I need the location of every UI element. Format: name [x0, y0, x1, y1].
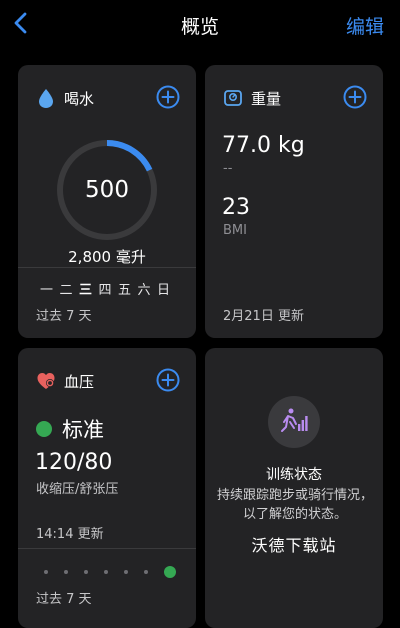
water-drop-icon	[39, 89, 53, 108]
weight-sub-value: --	[223, 161, 233, 176]
history-dot	[124, 570, 128, 574]
weight-value: 77.0 kg	[222, 133, 305, 158]
weekday-label: 一	[40, 283, 54, 298]
weekday-row: 一二三四五六日	[40, 279, 177, 298]
weight-card-header: 重量	[223, 87, 281, 109]
weekday-label: 日	[157, 283, 171, 298]
bp-status: 标准	[36, 414, 104, 444]
water-current-value: 500	[85, 177, 129, 203]
bp-updated-label: 14:14 更新	[36, 527, 104, 542]
bp-status-text: 标准	[62, 418, 104, 442]
water-period-label: 过去 7 天	[36, 309, 92, 324]
weekday-label: 五	[118, 283, 132, 298]
status-dot-icon	[36, 421, 52, 437]
bp-period-label: 过去 7 天	[36, 592, 92, 607]
blood-pressure-card[interactable]: 血压 标准 120/80 收缩压/舒张压 14:14 更新 过去 7 天	[18, 348, 196, 628]
training-status-icon	[281, 408, 308, 432]
training-status-title: 训练状态	[266, 467, 322, 483]
divider	[18, 267, 196, 268]
blood-pressure-card-title: 血压	[64, 372, 95, 391]
plus-circle-icon[interactable]	[343, 85, 367, 109]
water-target-amount: 2,800 毫升	[68, 248, 146, 266]
blood-pressure-card-header: 血压	[36, 370, 94, 392]
history-dot	[84, 570, 88, 574]
water-card[interactable]: 喝水 500 2,800 毫升 一二三四五六日 过去 7 天	[18, 65, 196, 338]
watermark-text: 沃德下载站	[251, 536, 337, 555]
weekday-label: 六	[137, 283, 151, 298]
history-dot	[104, 570, 108, 574]
plus-circle-icon[interactable]	[156, 368, 180, 392]
history-dot	[44, 570, 48, 574]
weight-card-title: 重量	[251, 89, 282, 108]
bp-label: 收缩压/舒张压	[36, 482, 119, 497]
weight-card[interactable]: 重量 77.0 kg -- 23 BMI 2月21日 更新	[205, 65, 383, 338]
history-dot	[164, 566, 176, 578]
plus-circle-icon[interactable]	[156, 85, 180, 109]
heart-pulse-icon	[37, 373, 55, 389]
bp-value: 120/80	[35, 450, 113, 475]
top-nav: 概览 编辑	[0, 0, 400, 50]
weekday-label: 二	[59, 283, 73, 298]
divider	[18, 548, 196, 549]
training-status-card[interactable]: 训练状态 持续跟踪跑步或骑行情况，以了解您的状态。 沃德下载站	[205, 348, 383, 628]
history-dot	[64, 570, 68, 574]
training-icon-badge	[268, 396, 320, 448]
bmi-value: 23	[222, 195, 250, 220]
water-card-header: 喝水	[36, 87, 94, 109]
page-title: 概览	[180, 16, 219, 38]
scale-icon	[224, 90, 242, 106]
training-status-description: 持续跟踪跑步或骑行情况，以了解您的状态。	[216, 488, 373, 522]
edit-button[interactable]: 编辑	[346, 12, 384, 39]
weekday-label: 四	[98, 283, 112, 298]
bp-history-dots	[44, 566, 176, 578]
water-card-title: 喝水	[64, 89, 95, 108]
weekday-label: 三	[79, 283, 93, 298]
weight-updated-label: 2月21日 更新	[223, 309, 304, 324]
bmi-label: BMI	[223, 223, 247, 238]
history-dot	[144, 570, 148, 574]
